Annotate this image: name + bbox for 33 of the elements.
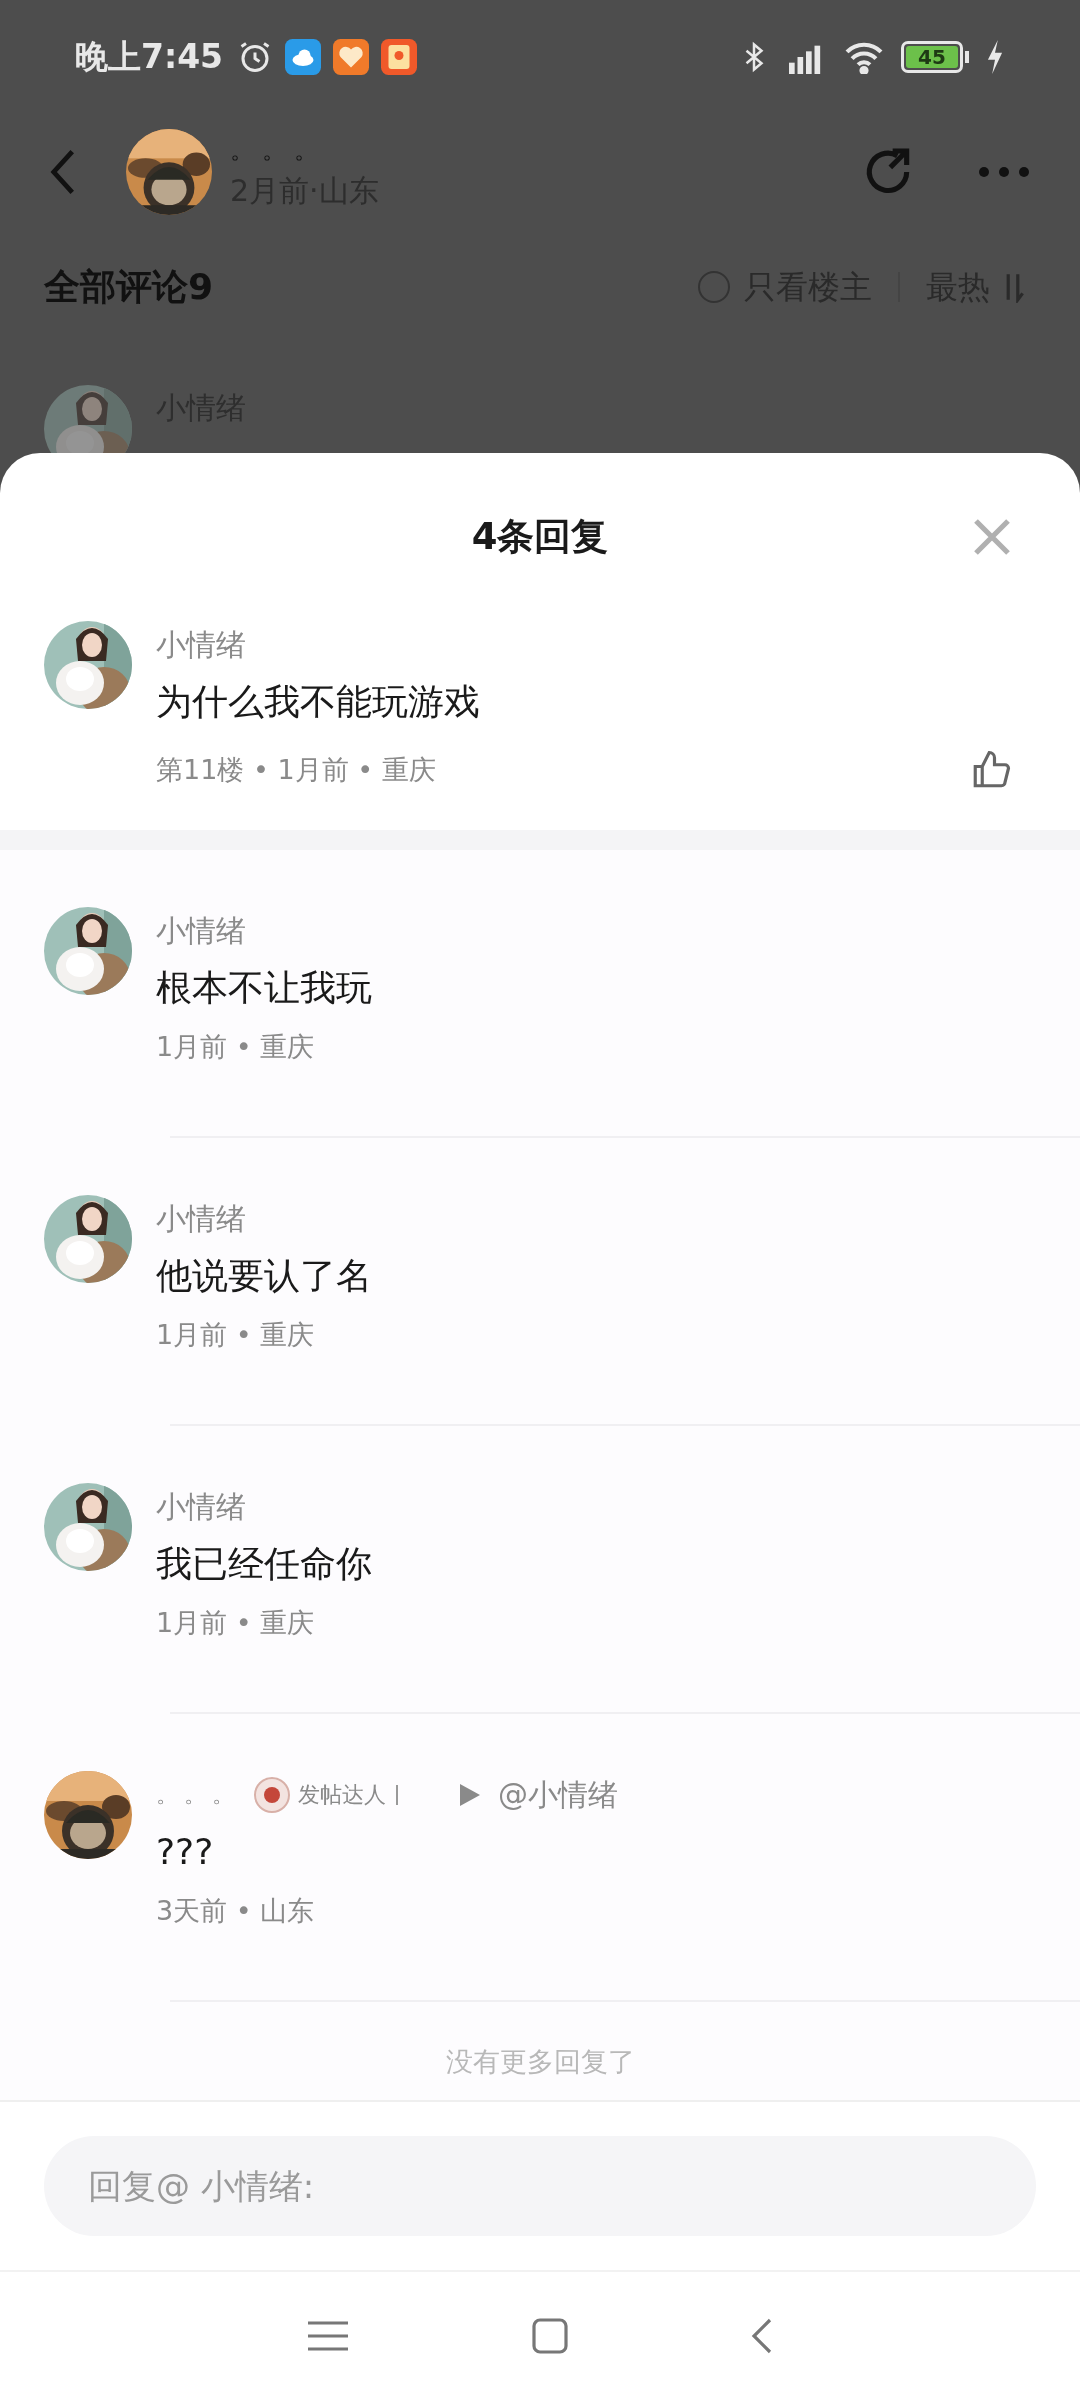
commenter-name: 小情绪	[156, 1488, 246, 1526]
comment-text: ???	[156, 1830, 215, 1874]
back-nav-icon[interactable]	[750, 2316, 774, 2356]
envelope-app-icon	[381, 39, 418, 76]
charging-icon	[985, 40, 1005, 75]
end-note: 没有更多回复了	[445, 2045, 635, 2079]
comments-title: 全部评论9	[44, 264, 214, 309]
comment-text: 我已经任命你	[156, 1542, 373, 1586]
comment-meta: 1月前 • 重庆	[156, 1030, 316, 1064]
cloud-app-icon	[285, 39, 322, 76]
status-time: 晚上7:45	[75, 36, 224, 79]
reply-input[interactable]: 回复@ 小情绪:	[44, 2136, 1036, 2236]
commenter-name: 小情绪	[156, 1200, 246, 1238]
badge-icon	[254, 1777, 290, 1813]
menu-icon[interactable]	[306, 2319, 350, 2353]
comment-meta: 1月前 • 重庆	[156, 1606, 316, 1640]
comment-text: 根本不让我玩	[156, 966, 373, 1010]
comment-meta: 3天前 • 山东	[156, 1894, 316, 1928]
sheet-title: 4条回复	[471, 514, 609, 561]
play-icon	[460, 1784, 480, 1806]
commenter-name: 小情绪	[156, 626, 247, 664]
comment-text: 为什么我不能玩游戏	[156, 680, 481, 724]
badge-label: 发帖达人	[298, 1781, 386, 1809]
author-name: 。。。	[230, 134, 327, 166]
wifi-icon	[843, 40, 885, 75]
comment-meta: 1月前 • 重庆	[156, 1318, 316, 1352]
home-icon[interactable]	[530, 2316, 570, 2356]
commenter-name: 。。。	[156, 1781, 240, 1809]
commenter-name: 小情绪	[156, 912, 246, 950]
heart-app-icon	[333, 39, 370, 76]
comment-text: 他说要认了名	[156, 1254, 373, 1298]
comment-meta: 第11楼 • 1月前 • 重庆	[156, 752, 437, 787]
reply-target[interactable]: @小情绪	[498, 1775, 618, 1815]
